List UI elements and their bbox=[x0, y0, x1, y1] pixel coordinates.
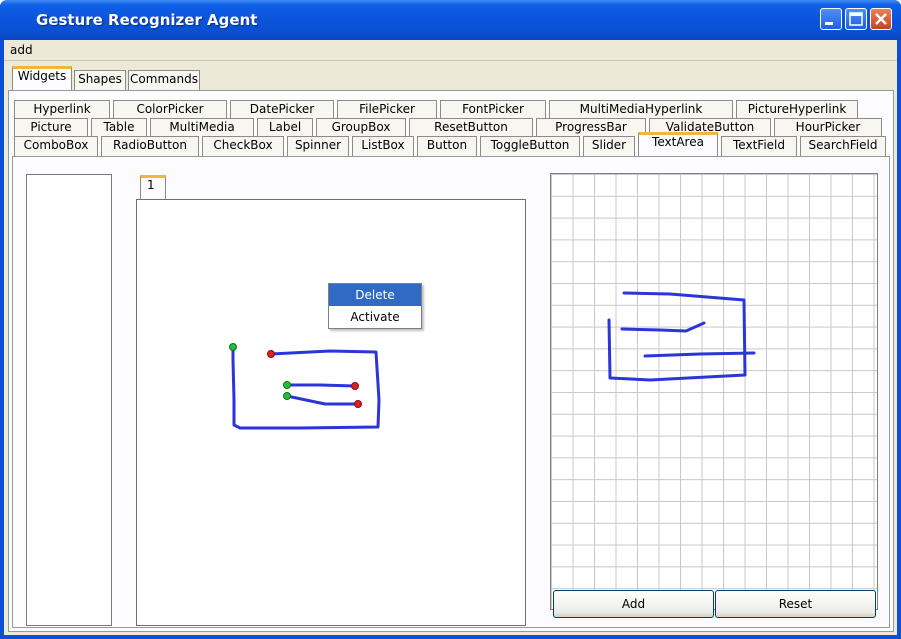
gesture-stroke-group bbox=[231, 291, 756, 430]
end-point-marker bbox=[351, 382, 359, 390]
start-point-marker bbox=[229, 343, 237, 351]
context-menu: Delete Activate bbox=[328, 283, 422, 329]
end-point-marker bbox=[267, 350, 275, 358]
grid-stroke-outline bbox=[607, 291, 747, 382]
start-point-marker bbox=[283, 381, 291, 389]
stroke-line-upper bbox=[285, 383, 357, 388]
gesture-strokes bbox=[229, 291, 756, 430]
end-point-marker bbox=[354, 400, 362, 408]
grid-stroke-lower bbox=[643, 351, 756, 358]
context-menu-delete[interactable]: Delete bbox=[329, 284, 421, 306]
start-point-marker bbox=[283, 392, 291, 400]
stroke-line-lower bbox=[285, 394, 360, 406]
grid-stroke-upper bbox=[620, 321, 706, 333]
context-menu-activate[interactable]: Activate bbox=[329, 306, 421, 328]
app-window: Gesture Recognizer Agent add Widgets Sha… bbox=[0, 0, 901, 639]
